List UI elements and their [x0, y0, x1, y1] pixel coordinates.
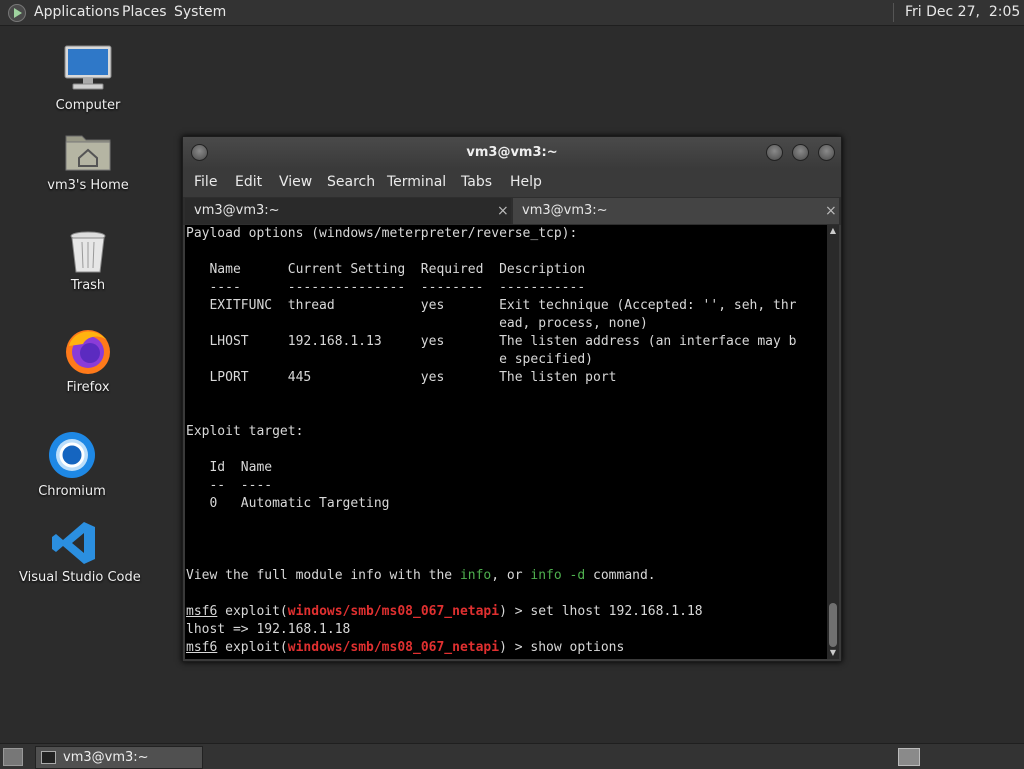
terminal-line: Name Current Setting Required Descriptio… [186, 262, 586, 277]
terminal-line: lhost => 192.168.1.18 [186, 622, 351, 637]
panel-separator [893, 3, 894, 22]
desktop-label: Chromium [38, 484, 106, 499]
tab-1[interactable]: vm3@vm3:~ × [185, 198, 511, 224]
desktop-label: Trash [70, 278, 106, 293]
scroll-down-icon[interactable]: ▼ [827, 647, 839, 659]
desktop-label: Visual Studio Code [19, 570, 141, 585]
terminal-scrollbar[interactable]: ▲ ▼ [827, 225, 839, 659]
scroll-up-icon[interactable]: ▲ [827, 225, 839, 237]
taskbar-window-button[interactable]: vm3@vm3:~ [35, 746, 203, 769]
menu-file[interactable]: File [194, 169, 217, 195]
command-text: set lhost 192.168.1.18 [530, 604, 703, 619]
home-folder-icon [65, 135, 111, 171]
msf-prompt: msf6 [186, 640, 218, 655]
applications-icon[interactable] [8, 4, 26, 22]
trash-icon [70, 231, 106, 273]
tab-label: vm3@vm3:~ [522, 203, 608, 218]
terminal-text: ) > [499, 604, 531, 619]
chromium-icon [49, 432, 95, 478]
menu-edit[interactable]: Edit [235, 169, 262, 195]
module-name: windows/smb/ms08_067_netapi [287, 604, 500, 619]
vscode-icon [52, 522, 95, 564]
tab-2[interactable]: vm3@vm3:~ × [513, 198, 839, 224]
terminal-output[interactable]: Payload options (windows/meterpreter/rev… [185, 225, 827, 659]
info-d-command: info -d [530, 568, 586, 583]
terminal-line: -- ---- [186, 478, 273, 493]
terminal-line: Payload options (windows/meterpreter/rev… [186, 226, 578, 241]
desktop-label: Computer [55, 98, 121, 113]
system-menu[interactable]: System [174, 0, 226, 25]
places-menu[interactable]: Places [122, 0, 167, 25]
terminal-line: LPORT 445 yes The listen port [186, 370, 617, 385]
terminal-line: e specified) [186, 352, 593, 367]
tab-close-icon[interactable]: × [825, 198, 837, 224]
maximize-button[interactable] [792, 144, 809, 161]
taskbar-label: vm3@vm3:~ [63, 750, 149, 765]
menu-search[interactable]: Search [327, 169, 375, 195]
tab-label: vm3@vm3:~ [194, 203, 280, 218]
terminal-line: ---- --------------- -------- ----------… [186, 280, 586, 295]
terminal-line: Id Name [186, 460, 273, 475]
terminal-text: , or [491, 568, 531, 583]
menu-help[interactable]: Help [510, 169, 542, 195]
desktop-icon-home[interactable]: vm3's Home [33, 128, 143, 193]
window-titlebar[interactable]: vm3@vm3:~ [183, 137, 841, 169]
terminal-line: 0 Automatic Targeting [186, 496, 390, 511]
msf-prompt: msf6 [186, 604, 218, 619]
tab-bar: vm3@vm3:~ × vm3@vm3:~ × [183, 197, 841, 225]
show-desktop-icon[interactable] [3, 748, 23, 766]
command-text: show options [530, 640, 625, 655]
menu-terminal[interactable]: Terminal [387, 169, 446, 195]
applications-menu[interactable]: Applications [34, 0, 120, 25]
terminal-text: exploit( [217, 640, 288, 655]
top-panel: Applications Places System Fri Dec 27, 2… [0, 0, 1024, 26]
menu-bar: File Edit View Search Terminal Tabs Help [183, 169, 841, 195]
terminal-text: exploit( [217, 604, 288, 619]
terminal-text: command. [585, 568, 656, 583]
terminal-line: Exploit target: [186, 424, 304, 439]
computer-icon [64, 45, 112, 90]
tab-close-icon[interactable]: × [497, 198, 509, 224]
desktop-icon-vscode[interactable]: Visual Studio Code [19, 520, 141, 585]
desktop-icon-firefox[interactable]: Firefox [33, 326, 143, 395]
menu-tabs[interactable]: Tabs [461, 169, 492, 195]
terminal-text: ) > [499, 640, 531, 655]
desktop-icon-computer[interactable]: Computer [33, 44, 143, 113]
scrollbar-thumb[interactable] [829, 603, 837, 647]
desktop-icon-chromium[interactable]: Chromium [17, 430, 127, 499]
desktop-label: Firefox [66, 380, 110, 395]
module-name: windows/smb/ms08_067_netapi [287, 640, 500, 655]
workspace-switcher-icon[interactable] [898, 748, 920, 766]
terminal-line: LHOST 192.168.1.13 yes The listen addres… [186, 334, 797, 349]
info-command: info [459, 568, 492, 583]
menu-view[interactable]: View [279, 169, 312, 195]
bottom-panel: vm3@vm3:~ [0, 743, 1024, 769]
desktop-icon-trash[interactable]: Trash [33, 230, 143, 293]
close-window-button[interactable] [818, 144, 835, 161]
terminal-icon [41, 751, 56, 764]
terminal-window: vm3@vm3:~ File Edit View Search Terminal… [182, 136, 842, 662]
minimize-button[interactable] [766, 144, 783, 161]
terminal-text: View the full module info with the [186, 568, 460, 583]
desktop-label: vm3's Home [47, 178, 129, 193]
window-title: vm3@vm3:~ [466, 145, 558, 160]
terminal-line: EXITFUNC thread yes Exit technique (Acce… [186, 298, 797, 313]
terminal-line: ead, process, none) [186, 316, 648, 331]
firefox-icon [66, 330, 110, 374]
clock[interactable]: Fri Dec 27, 2:05 PM [905, 0, 1024, 25]
